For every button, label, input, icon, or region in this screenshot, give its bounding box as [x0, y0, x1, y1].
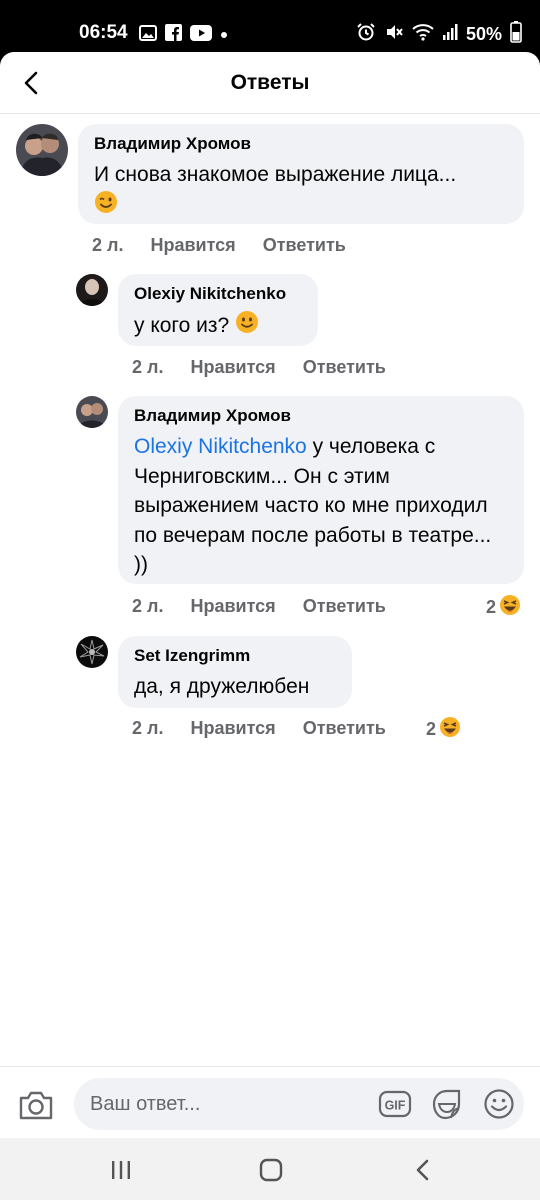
comment-bubble[interactable]: Olexiy Nikitchenko у кого из?	[118, 274, 318, 346]
comment-text-body: И снова знакомое выражение лица...	[94, 163, 457, 186]
comment-bubble[interactable]: Владимир Хромов Olexiy Nikitchenko у чел…	[118, 396, 524, 584]
comment-author[interactable]: Olexiy Nikitchenko	[134, 284, 302, 304]
home-button[interactable]	[251, 1156, 291, 1184]
comment-actions: 2 л. Нравится Ответить	[132, 596, 386, 617]
sticker-icon	[432, 1089, 461, 1120]
gif-icon: GIF	[378, 1090, 412, 1118]
reply-composer: GIF	[0, 1066, 540, 1138]
status-system-icons: 50%	[356, 21, 522, 48]
nav-back-button[interactable]	[403, 1156, 443, 1184]
comment-actions: 2 л. Нравится Ответить	[92, 235, 346, 256]
laughing-emoji-icon	[499, 594, 521, 621]
signal-icon	[442, 23, 458, 46]
camera-icon	[19, 1091, 53, 1120]
comment-actions: 2 л. Нравится Ответить	[132, 718, 386, 739]
reaction-count: 2	[486, 597, 497, 617]
comment-text: И снова знакомое выражение лица...	[94, 160, 508, 222]
reply-button[interactable]: Ответить	[263, 235, 346, 256]
comment-author[interactable]: Владимир Хромов	[94, 134, 508, 154]
comment-author[interactable]: Set Izengrimm	[134, 646, 336, 666]
page-title: Ответы	[230, 71, 310, 94]
reply-input[interactable]	[90, 1093, 360, 1116]
screen: 06:54 50% Ответы Владимир Хромов И снова…	[0, 0, 540, 1200]
comment-time: 2 л.	[92, 235, 124, 255]
mute-icon	[384, 22, 404, 47]
facebook-icon	[165, 24, 182, 46]
comment-author[interactable]: Владимир Хромов	[134, 406, 508, 426]
system-nav-bar	[0, 1138, 540, 1200]
reply-input-box: GIF	[74, 1078, 524, 1130]
like-button[interactable]: Нравится	[190, 357, 275, 378]
alarm-icon	[356, 22, 376, 47]
reaction-count: 2	[426, 719, 437, 739]
comment-time: 2 л.	[132, 596, 164, 616]
reply-button[interactable]: Ответить	[303, 718, 386, 739]
comment-time: 2 л.	[132, 718, 164, 738]
reaction-summary[interactable]: 2	[486, 594, 521, 621]
comment-text-body: у кого из?	[134, 313, 230, 337]
status-time: 06:54	[79, 22, 128, 43]
battery-percent: 50%	[465, 24, 502, 44]
comment-bubble[interactable]: Владимир Хромов И снова знакомое выражен…	[78, 124, 524, 224]
smiley-icon	[484, 1089, 514, 1119]
like-button[interactable]: Нравится	[190, 718, 275, 739]
avatar[interactable]	[76, 274, 108, 306]
comment-time: 2 л.	[132, 357, 164, 377]
battery-icon	[510, 21, 522, 48]
comment-text: у кого из?	[134, 310, 302, 343]
avatar[interactable]	[76, 636, 108, 668]
comment-bubble[interactable]: Set Izengrimm да, я дружелюбен	[118, 636, 352, 708]
mention-link[interactable]: Olexiy Nikitchenko	[134, 435, 307, 458]
camera-button[interactable]	[18, 1089, 54, 1121]
gallery-icon	[139, 24, 157, 46]
wifi-icon	[412, 23, 434, 46]
reply-button[interactable]: Ответить	[303, 357, 386, 378]
like-button[interactable]: Нравится	[150, 235, 235, 256]
reaction-summary[interactable]: 2	[426, 716, 461, 743]
gif-label: GIF	[385, 1099, 406, 1113]
sticker-button[interactable]	[430, 1087, 464, 1121]
recent-apps-icon	[112, 1161, 130, 1179]
replies-screen: Ответы Владимир Хромов И снова знакомое …	[0, 52, 540, 1138]
wink-emoji-icon	[94, 190, 118, 223]
header: Ответы	[0, 52, 540, 114]
status-bar: 06:54 50%	[0, 0, 540, 52]
home-icon	[259, 1158, 283, 1182]
like-button[interactable]: Нравится	[190, 596, 275, 617]
reply-button[interactable]: Ответить	[303, 596, 386, 617]
back-icon	[416, 1159, 429, 1181]
recent-apps-button[interactable]	[101, 1156, 141, 1184]
youtube-icon	[190, 24, 212, 46]
smile-emoji-icon	[235, 310, 259, 343]
gif-button[interactable]: GIF	[378, 1088, 412, 1120]
comment-text: Olexiy Nikitchenko у человека с Чернигов…	[134, 432, 508, 580]
laughing-emoji-icon	[439, 716, 461, 743]
avatar[interactable]	[76, 396, 108, 428]
dot-icon	[220, 26, 228, 44]
comment-actions: 2 л. Нравится Ответить	[132, 357, 386, 378]
avatar[interactable]	[16, 124, 68, 176]
emoji-button[interactable]	[482, 1087, 516, 1121]
comment-text-body: да, я дружелюбен	[134, 675, 310, 698]
comment-text: да, я дружелюбен	[134, 672, 336, 702]
status-notification-icons	[139, 24, 228, 46]
